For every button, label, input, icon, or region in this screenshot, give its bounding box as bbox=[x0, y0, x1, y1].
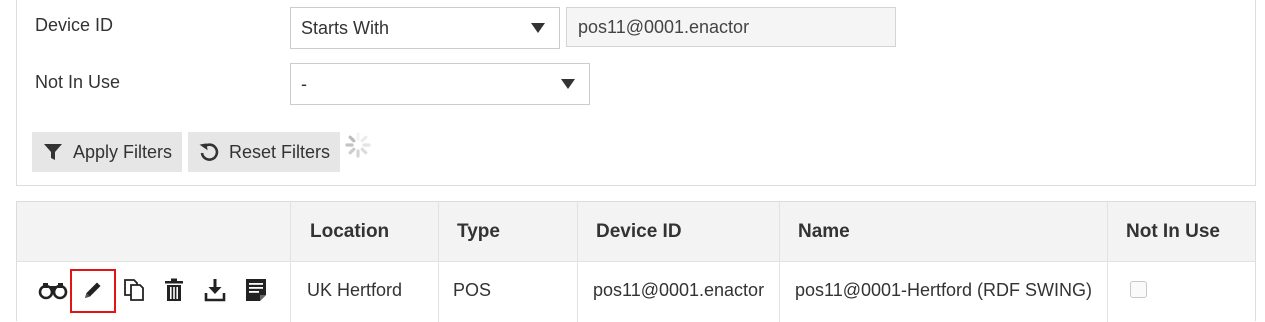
column-header-location[interactable]: Location bbox=[310, 202, 389, 262]
chevron-down-icon bbox=[561, 79, 575, 89]
device-id-operator-select[interactable]: Starts With bbox=[290, 7, 560, 49]
column-divider bbox=[779, 202, 780, 322]
column-divider bbox=[438, 202, 439, 322]
download-icon[interactable] bbox=[200, 275, 230, 305]
chevron-down-icon bbox=[531, 23, 545, 33]
apply-filters-button[interactable]: Apply Filters bbox=[32, 132, 183, 172]
not-in-use-select-value: - bbox=[301, 73, 307, 94]
view-binoculars-icon[interactable] bbox=[38, 275, 68, 305]
cell-name: pos11@0001-Hertford (RDF SWING) bbox=[795, 279, 1093, 300]
loading-spinner-icon bbox=[345, 132, 371, 158]
column-header-type[interactable]: Type bbox=[457, 202, 500, 262]
apply-filters-label: Apply Filters bbox=[73, 141, 173, 162]
column-divider bbox=[1107, 202, 1108, 322]
column-header-not-in-use[interactable]: Not In Use bbox=[1126, 202, 1220, 262]
delete-trash-icon[interactable] bbox=[159, 275, 189, 305]
results-table: Location Type Device ID Name Not In Use bbox=[16, 201, 1256, 322]
reset-undo-icon bbox=[199, 143, 219, 161]
not-in-use-filter-label: Not In Use bbox=[35, 72, 121, 92]
device-id-filter-value: pos11@0001.enactor bbox=[578, 16, 750, 37]
device-id-operator-value: Starts With bbox=[301, 17, 390, 38]
details-list-icon[interactable] bbox=[241, 275, 271, 305]
column-divider bbox=[290, 202, 291, 322]
cell-device-id: pos11@0001.enactor bbox=[593, 279, 765, 300]
filter-funnel-icon bbox=[44, 144, 62, 160]
device-id-filter-label: Device ID bbox=[35, 15, 114, 35]
not-in-use-select[interactable]: - bbox=[290, 63, 590, 105]
device-id-filter-input[interactable]: pos11@0001.enactor bbox=[566, 7, 896, 47]
cell-location: UK Hertford bbox=[307, 279, 403, 300]
column-header-device-id[interactable]: Device ID bbox=[596, 202, 682, 262]
edit-highlight-box bbox=[70, 269, 116, 313]
not-in-use-checkbox[interactable] bbox=[1130, 281, 1147, 298]
column-header-name[interactable]: Name bbox=[798, 202, 850, 262]
reset-filters-button[interactable]: Reset Filters bbox=[188, 132, 341, 172]
copy-icon[interactable] bbox=[119, 275, 149, 305]
column-divider bbox=[577, 202, 578, 322]
reset-filters-label: Reset Filters bbox=[229, 141, 331, 162]
cell-type: POS bbox=[453, 279, 492, 300]
